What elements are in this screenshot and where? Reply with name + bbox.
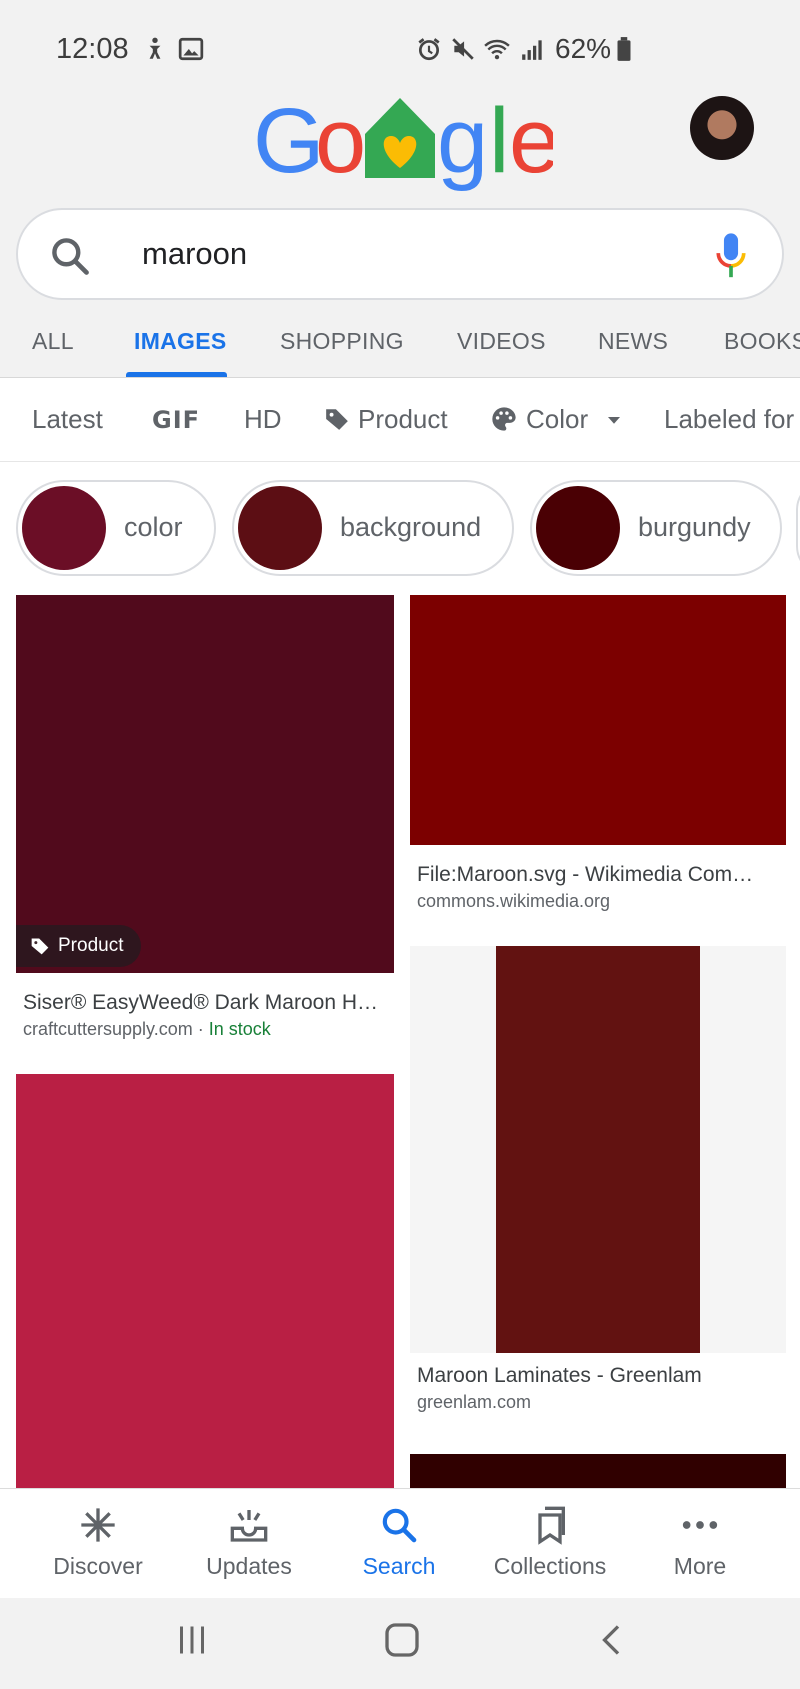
related-searches: color background burgundy — [0, 462, 800, 578]
filter-color[interactable]: Color — [490, 404, 623, 435]
battery-icon — [617, 37, 631, 61]
tab-videos[interactable]: VIDEOS — [457, 328, 546, 355]
status-time: 12:08 — [56, 33, 129, 65]
image-result[interactable] — [16, 1074, 394, 1488]
stock-status: In stock — [208, 1019, 271, 1039]
product-badge: Product — [16, 925, 142, 967]
result-thumbnail[interactable] — [410, 1454, 786, 1488]
nav-collections[interactable]: Collections — [475, 1489, 625, 1599]
svg-text:e: e — [509, 90, 553, 192]
filter-product[interactable]: Product — [324, 404, 448, 435]
inbox-icon — [230, 1510, 268, 1542]
related-chip-background[interactable]: background — [232, 480, 514, 576]
color-swatch — [22, 486, 106, 570]
image-result[interactable]: File:Maroon.svg - Wikimedia Com… commons… — [410, 595, 786, 915]
svg-text:G: G — [253, 90, 325, 192]
microphone-icon[interactable] — [714, 232, 748, 280]
badge-label: Product — [58, 935, 124, 956]
color-swatch — [238, 486, 322, 570]
palette-icon — [492, 407, 516, 431]
tag-icon — [31, 938, 49, 955]
nav-search[interactable]: Search — [324, 1489, 474, 1599]
tab-all[interactable]: ALL — [32, 328, 74, 355]
alarm-icon — [418, 38, 440, 61]
nav-more[interactable]: More — [625, 1489, 775, 1599]
bookmarks-icon — [538, 1506, 565, 1545]
laminate-swatch — [496, 946, 700, 1353]
search-icon[interactable] — [48, 234, 92, 278]
result-source: commons.wikimedia.org — [417, 891, 611, 911]
google-doodle-logo[interactable]: G o g l e — [253, 90, 553, 200]
tab-books[interactable]: BOOKS — [724, 328, 800, 355]
search-tabs: ALL IMAGES SHOPPING VIDEOS NEWS BOOKS — [0, 300, 800, 378]
image-results: Product Siser® EasyWeed® Dark Maroon H… … — [0, 578, 800, 1488]
result-title[interactable]: File:Maroon.svg - Wikimedia Com… — [417, 863, 753, 887]
filter-color-label: Color — [526, 404, 589, 434]
result-source: greenlam.com — [417, 1392, 532, 1412]
asterisk-icon — [81, 1508, 115, 1542]
filter-latest[interactable]: Latest — [32, 404, 103, 435]
search-input[interactable]: maroon — [142, 236, 247, 272]
result-domain: craftcuttersupply.com — [23, 1019, 193, 1039]
filter-product-label: Product — [358, 404, 448, 434]
bottom-navigation: Discover Updates Search Collections More — [0, 1488, 800, 1598]
result-thumbnail[interactable] — [410, 595, 786, 845]
nav-label: Updates — [206, 1553, 292, 1579]
image-result[interactable]: Product Siser® EasyWeed® Dark Maroon H… … — [16, 595, 394, 1039]
nav-label: More — [673, 1553, 727, 1579]
image-filters: Latest GIF HD Product Color Labeled for … — [0, 378, 800, 462]
svg-text:l: l — [489, 90, 509, 192]
filter-gif[interactable]: GIF — [152, 406, 200, 434]
search-box[interactable]: maroon — [16, 208, 784, 300]
nav-updates[interactable]: Updates — [174, 1489, 324, 1599]
nav-discover[interactable]: Discover — [23, 1489, 173, 1599]
related-chip-next[interactable] — [796, 480, 800, 576]
related-chip-color[interactable]: color — [16, 480, 216, 576]
result-source: craftcuttersupply.com · In stock — [23, 1019, 271, 1039]
result-thumbnail[interactable] — [16, 1074, 394, 1488]
recent-apps-icon[interactable] — [174, 1622, 210, 1658]
image-result[interactable] — [410, 1454, 786, 1488]
status-bar: 12:08 62% — [0, 0, 800, 100]
color-swatch — [536, 486, 620, 570]
chevron-down-icon — [608, 417, 621, 424]
system-navigation-bar — [0, 1598, 800, 1689]
back-icon[interactable] — [594, 1622, 630, 1658]
svg-text:g: g — [437, 90, 488, 192]
home-icon[interactable] — [382, 1620, 422, 1660]
nav-label: Discover — [53, 1553, 143, 1579]
related-chip-label: burgundy — [638, 512, 751, 542]
related-chip-burgundy[interactable]: burgundy — [530, 480, 782, 576]
result-title[interactable]: Siser® EasyWeed® Dark Maroon H… — [23, 991, 378, 1015]
account-avatar[interactable] — [690, 96, 754, 160]
battery-percent: 62% — [555, 33, 612, 64]
tab-images[interactable]: IMAGES — [134, 328, 227, 355]
tag-icon — [326, 409, 348, 430]
header: G o g l e — [0, 90, 800, 210]
wifi-icon — [484, 39, 510, 60]
result-thumbnail[interactable] — [16, 595, 394, 973]
signal-icon — [522, 40, 542, 60]
svg-text:o: o — [315, 90, 366, 192]
nav-label: Collections — [493, 1553, 607, 1579]
related-chip-label: background — [340, 512, 482, 542]
accessibility-icon — [149, 37, 161, 59]
filter-hd[interactable]: HD — [244, 404, 282, 435]
result-title[interactable]: Maroon Laminates - Greenlam — [417, 1364, 702, 1388]
related-chip-label: color — [124, 512, 183, 542]
image-icon — [178, 37, 204, 61]
tab-news[interactable]: NEWS — [598, 328, 668, 355]
result-thumbnail[interactable] — [410, 946, 786, 1353]
nav-label: Search — [362, 1553, 436, 1579]
active-tab-indicator — [126, 372, 227, 377]
screen: 12:08 62% G o g l e maroon ALL IMAGES SH… — [0, 0, 800, 1689]
image-result[interactable]: Maroon Laminates - Greenlam greenlam.com — [410, 946, 786, 1416]
tab-shopping[interactable]: SHOPPING — [280, 328, 404, 355]
search-icon — [382, 1508, 417, 1543]
filter-labeled-for-reuse[interactable]: Labeled for reuse — [664, 404, 800, 435]
more-icon — [682, 1521, 718, 1529]
mute-icon — [452, 38, 474, 60]
